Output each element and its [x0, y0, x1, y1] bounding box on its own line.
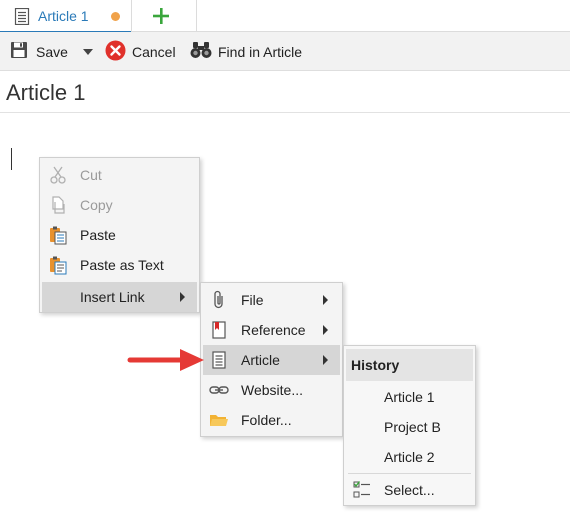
history-header: History [346, 349, 473, 381]
cancel-icon [105, 40, 126, 64]
article-submenu: History Article 1 Project B Article 2 Se… [343, 345, 476, 506]
document-icon [209, 350, 229, 370]
document-icon [14, 7, 30, 28]
submenu-arrow-icon [323, 355, 328, 365]
history-item-label: Project B [384, 419, 441, 435]
cancel-label: Cancel [132, 43, 176, 60]
history-item-label: Article 1 [384, 389, 435, 405]
menu-item-copy[interactable]: Copy [42, 190, 197, 220]
floppy-disk-icon [10, 41, 28, 62]
folder-icon [209, 410, 229, 430]
menu-separator [348, 473, 471, 474]
context-menu: Cut Copy Paste Paste as Text Insert Link [39, 157, 200, 313]
tab-article-1[interactable]: Article 1 [0, 0, 132, 33]
cancel-button[interactable]: Cancel [105, 32, 176, 71]
scissors-icon [48, 165, 68, 185]
binoculars-icon [190, 41, 212, 62]
menu-item-label: Paste [80, 227, 116, 243]
menu-item-label: Cut [80, 167, 102, 183]
caret-down-icon [83, 48, 93, 55]
bookmark-icon [209, 320, 229, 340]
menu-item-label: Insert Link [80, 289, 145, 305]
submenu-arrow-icon [180, 292, 185, 302]
history-item-label: Article 2 [384, 449, 435, 465]
plus-icon [153, 8, 169, 24]
menu-item-folder[interactable]: Folder... [203, 405, 340, 435]
save-label: Save [36, 43, 68, 60]
menu-item-label: Website... [241, 382, 303, 398]
text-caret [11, 148, 12, 170]
menu-item-label: Reference [241, 322, 306, 338]
save-button[interactable]: Save [10, 32, 68, 71]
find-in-article-button[interactable]: Find in Article [190, 32, 302, 71]
history-item-article-1[interactable]: Article 1 [346, 382, 473, 412]
unsaved-indicator [111, 12, 120, 21]
menu-item-cut[interactable]: Cut [42, 160, 197, 190]
submenu-arrow-icon [323, 295, 328, 305]
checklist-icon [352, 480, 372, 500]
submenu-arrow-icon [323, 325, 328, 335]
menu-item-file[interactable]: File [203, 285, 340, 315]
title-divider [0, 112, 570, 113]
paperclip-icon [209, 290, 229, 310]
menu-item-label: Paste as Text [80, 257, 164, 273]
article-title[interactable]: Article 1 [6, 80, 85, 106]
menu-item-website[interactable]: Website... [203, 375, 340, 405]
link-icon [209, 380, 229, 400]
tab-divider [196, 0, 197, 32]
menu-item-label: File [241, 292, 264, 308]
pointer-arrow-icon [126, 347, 206, 376]
menu-item-label: Article [241, 352, 280, 368]
paste-text-icon [48, 255, 68, 275]
menu-item-insert-link[interactable]: Insert Link [42, 282, 197, 312]
menu-item-paste[interactable]: Paste [42, 220, 197, 250]
menu-item-label: Select... [384, 482, 435, 498]
save-dropdown-button[interactable] [80, 32, 96, 71]
history-item-article-2[interactable]: Article 2 [346, 442, 473, 472]
menu-item-article[interactable]: Article [203, 345, 340, 375]
menu-item-select[interactable]: Select... [346, 475, 473, 505]
add-tab-button[interactable] [150, 5, 172, 27]
paste-icon [48, 225, 68, 245]
history-header-label: History [351, 357, 400, 373]
tab-label: Article 1 [38, 8, 89, 24]
find-label: Find in Article [218, 43, 303, 60]
tab-bar: Article 1 [0, 0, 570, 33]
insert-link-submenu: File Reference Article Website... Folder… [200, 282, 343, 437]
menu-item-paste-as-text[interactable]: Paste as Text [42, 250, 197, 280]
history-item-project-b[interactable]: Project B [346, 412, 473, 442]
copy-icon [48, 195, 68, 215]
menu-item-label: Copy [80, 197, 113, 213]
menu-item-label: Folder... [241, 412, 292, 428]
toolbar: Save Cancel Find in Article [0, 32, 570, 71]
menu-item-reference[interactable]: Reference [203, 315, 340, 345]
